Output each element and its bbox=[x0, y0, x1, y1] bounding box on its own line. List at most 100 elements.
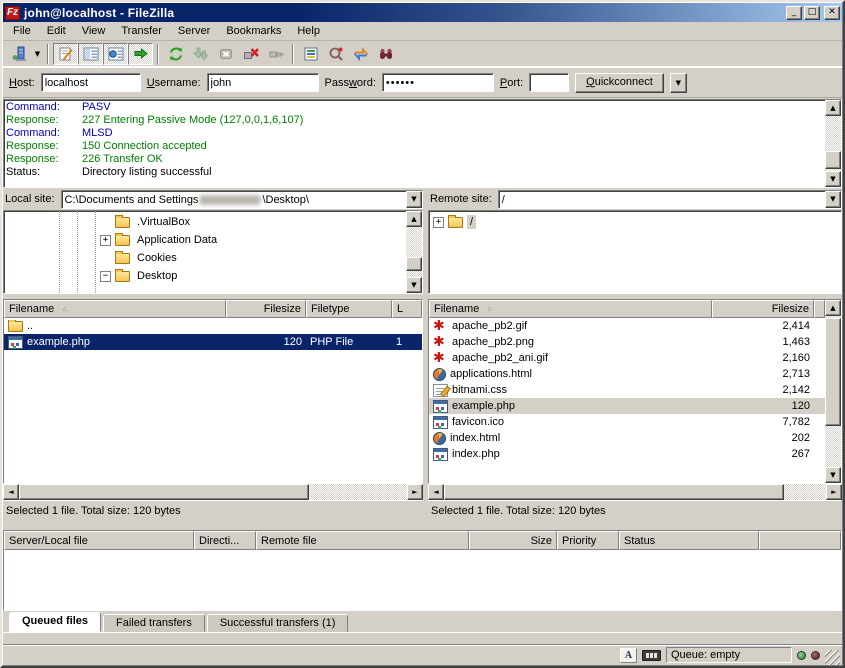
quickconnect-dropdown-icon[interactable]: ▼ bbox=[670, 73, 687, 93]
file-row[interactable]: index.html202 bbox=[429, 430, 825, 446]
toggle-message-log-button[interactable] bbox=[53, 43, 78, 65]
remote-list-scrollbar[interactable]: ▲ ▼ bbox=[825, 300, 841, 483]
file-row[interactable]: apache_pb2.png1,463 bbox=[429, 334, 825, 350]
file-row[interactable]: apache_pb2_ani.gif2,160 bbox=[429, 350, 825, 366]
local-site-combobox[interactable]: C:\Documents and Settings\Desktop\ ▼ bbox=[61, 190, 423, 209]
menu-file[interactable]: File bbox=[5, 23, 39, 39]
toolbar-separator bbox=[47, 44, 49, 64]
file-row[interactable]: favicon.ico7,782 bbox=[429, 414, 825, 430]
minimize-button[interactable]: _ bbox=[786, 6, 802, 20]
log-line: Response:150 Connection accepted bbox=[6, 140, 823, 153]
scroll-up-icon[interactable]: ▲ bbox=[406, 211, 422, 227]
toggle-remote-tree-button[interactable] bbox=[103, 43, 128, 65]
scroll-thumb[interactable] bbox=[19, 484, 309, 500]
site-manager-dropdown-icon[interactable]: ▼ bbox=[32, 50, 43, 58]
remote-horizontal-scrollbar[interactable]: ◄ ► bbox=[428, 484, 842, 500]
log-line: Response:226 Transfer OK bbox=[6, 153, 823, 166]
sort-ascending-icon: ▵ bbox=[487, 304, 492, 314]
column-header-filename[interactable]: Filename▵ bbox=[4, 300, 226, 318]
local-site-dropdown-icon[interactable]: ▼ bbox=[406, 191, 422, 208]
menu-help[interactable]: Help bbox=[289, 23, 328, 39]
scroll-down-icon[interactable]: ▼ bbox=[406, 277, 422, 293]
toggle-transfer-queue-button[interactable] bbox=[128, 43, 153, 65]
scroll-down-icon[interactable]: ▼ bbox=[825, 171, 841, 187]
tab-successful-transfers[interactable]: Successful transfers (1) bbox=[207, 614, 349, 632]
message-log-icon bbox=[58, 46, 74, 62]
title-bar[interactable]: Fz john@localhost - FileZilla _ □ ✕ bbox=[3, 3, 842, 22]
reconnect-button[interactable] bbox=[263, 43, 288, 65]
tree-item[interactable]: Cookies bbox=[4, 249, 406, 267]
process-queue-button[interactable] bbox=[188, 43, 213, 65]
log-scrollbar[interactable]: ▲ ▼ bbox=[825, 100, 841, 187]
site-manager-button[interactable] bbox=[7, 43, 32, 65]
column-header-filesize[interactable]: Filesize bbox=[226, 300, 306, 318]
local-tree-scrollbar[interactable]: ▲ ▼ bbox=[406, 211, 422, 293]
tree-item[interactable]: +/ bbox=[429, 213, 841, 231]
remote-site-dropdown-icon[interactable]: ▼ bbox=[825, 191, 841, 208]
expand-icon[interactable]: + bbox=[433, 217, 444, 228]
file-row[interactable]: index.php267 bbox=[429, 446, 825, 462]
file-row-selected[interactable]: example.php 120 PHP File 1 bbox=[4, 334, 422, 350]
scroll-right-icon[interactable]: ► bbox=[407, 484, 423, 500]
column-header-last-modified[interactable]: L bbox=[392, 300, 422, 318]
scroll-thumb[interactable] bbox=[406, 257, 422, 271]
queue-column-remote-file[interactable]: Remote file bbox=[256, 531, 469, 550]
queue-column-priority[interactable]: Priority bbox=[557, 531, 619, 550]
column-header-filetype[interactable]: Filetype bbox=[306, 300, 392, 318]
menu-view[interactable]: View bbox=[74, 23, 114, 39]
disconnect-button[interactable] bbox=[238, 43, 263, 65]
find-files-button[interactable] bbox=[373, 43, 398, 65]
directory-filters-button[interactable] bbox=[298, 43, 323, 65]
refresh-button[interactable] bbox=[163, 43, 188, 65]
queue-column-server-local-file[interactable]: Server/Local file bbox=[4, 531, 194, 550]
transfer-type-ascii-icon[interactable]: A bbox=[620, 648, 637, 663]
tab-queued-files[interactable]: Queued files bbox=[9, 612, 101, 632]
menu-server[interactable]: Server bbox=[170, 23, 218, 39]
scroll-up-icon[interactable]: ▲ bbox=[825, 300, 841, 316]
host-input[interactable] bbox=[41, 73, 141, 92]
resize-grip[interactable] bbox=[825, 650, 840, 665]
collapse-icon[interactable]: − bbox=[100, 271, 111, 282]
scroll-left-icon[interactable]: ◄ bbox=[428, 484, 444, 500]
redacted-path-segment bbox=[199, 195, 261, 205]
column-header-filler bbox=[814, 300, 825, 318]
file-row[interactable]: apache_pb2.gif2,414 bbox=[429, 318, 825, 334]
column-header-filename[interactable]: Filename▵ bbox=[429, 300, 712, 318]
tree-item[interactable]: −Desktop bbox=[4, 267, 406, 285]
synchronized-browsing-button[interactable] bbox=[348, 43, 373, 65]
quickconnect-button[interactable]: Quickconnect bbox=[575, 73, 664, 93]
scroll-thumb[interactable] bbox=[825, 151, 841, 169]
scroll-right-icon[interactable]: ► bbox=[826, 484, 842, 500]
scroll-thumb[interactable] bbox=[825, 318, 841, 426]
scroll-thumb[interactable] bbox=[444, 484, 784, 500]
port-input[interactable] bbox=[529, 73, 569, 92]
expand-icon[interactable]: + bbox=[100, 235, 111, 246]
file-row[interactable]: applications.html2,713 bbox=[429, 366, 825, 382]
toggle-local-tree-button[interactable] bbox=[78, 43, 103, 65]
queue-column-direction[interactable]: Directi... bbox=[194, 531, 256, 550]
speed-limits-icon[interactable] bbox=[642, 650, 661, 661]
password-input[interactable] bbox=[382, 73, 494, 92]
maximize-button[interactable]: □ bbox=[804, 6, 820, 20]
scroll-down-icon[interactable]: ▼ bbox=[825, 467, 841, 483]
close-button[interactable]: ✕ bbox=[824, 6, 840, 20]
compare-directories-button[interactable] bbox=[323, 43, 348, 65]
remote-site-combobox[interactable]: / ▼ bbox=[498, 190, 842, 209]
file-row[interactable]: .. bbox=[4, 318, 422, 334]
queue-column-status[interactable]: Status bbox=[619, 531, 759, 550]
tree-item[interactable]: +Application Data bbox=[4, 231, 406, 249]
file-row[interactable]: bitnami.css2,142 bbox=[429, 382, 825, 398]
local-horizontal-scrollbar[interactable]: ◄ ► bbox=[3, 484, 423, 500]
scroll-up-icon[interactable]: ▲ bbox=[825, 100, 841, 116]
menu-transfer[interactable]: Transfer bbox=[113, 23, 170, 39]
tab-failed-transfers[interactable]: Failed transfers bbox=[103, 614, 205, 632]
column-header-filesize[interactable]: Filesize bbox=[712, 300, 814, 318]
scroll-left-icon[interactable]: ◄ bbox=[3, 484, 19, 500]
menu-bookmarks[interactable]: Bookmarks bbox=[218, 23, 289, 39]
username-input[interactable] bbox=[207, 73, 319, 92]
cancel-operation-button[interactable] bbox=[213, 43, 238, 65]
tree-item[interactable]: .VirtualBox bbox=[4, 213, 406, 231]
file-row-selected[interactable]: example.php120 bbox=[429, 398, 825, 414]
menu-edit[interactable]: Edit bbox=[39, 23, 74, 39]
queue-column-size[interactable]: Size bbox=[469, 531, 557, 550]
